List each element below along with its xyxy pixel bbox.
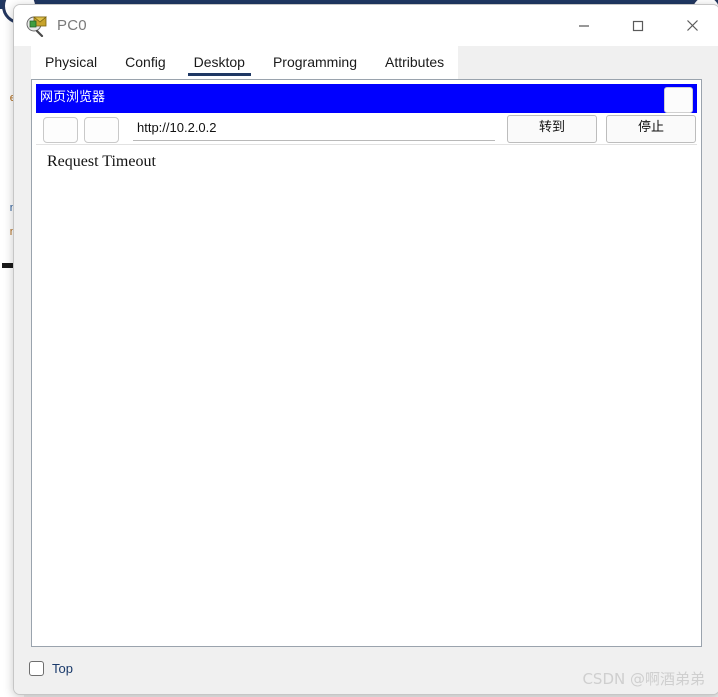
top-checkbox-group[interactable]: Top: [29, 661, 73, 676]
browser-titlebar: 网页浏览器: [36, 84, 697, 113]
device-tabs: Physical Config Desktop Programming Attribut…: [14, 46, 718, 79]
browser-forward-button[interactable]: [84, 117, 119, 143]
packet-tracer-pc-icon: [26, 15, 48, 37]
browser-toolbar: 转到 停止: [36, 113, 697, 144]
pc0-window: PC0 Physical Config Desktop Programming Attr: [13, 4, 718, 695]
desktop-tab-panel: 网页浏览器 转到 停止 Request Timeout: [31, 79, 702, 647]
minimize-icon: [579, 24, 589, 27]
web-browser-app: 网页浏览器 转到 停止 Request Timeout: [36, 84, 697, 643]
stop-button[interactable]: 停止: [606, 115, 696, 143]
tab-physical[interactable]: Physical: [31, 46, 112, 79]
top-checkbox[interactable]: [29, 661, 44, 676]
go-button[interactable]: 转到: [507, 115, 597, 143]
close-icon: [686, 20, 698, 31]
window-titlebar[interactable]: PC0: [14, 5, 718, 46]
url-input[interactable]: [133, 115, 495, 141]
tab-attributes[interactable]: Attributes: [371, 46, 459, 79]
page-message: Request Timeout: [47, 153, 156, 170]
maximize-button[interactable]: [611, 5, 665, 46]
tab-config[interactable]: Config: [111, 46, 180, 79]
close-button[interactable]: [665, 5, 718, 46]
browser-page-view: Request Timeout: [36, 144, 697, 643]
tab-programming[interactable]: Programming: [258, 46, 371, 79]
top-checkbox-label: Top: [52, 661, 73, 676]
browser-back-button[interactable]: [43, 117, 78, 143]
browser-close-button[interactable]: [664, 87, 693, 113]
maximize-icon: [632, 20, 644, 31]
minimize-button[interactable]: [557, 5, 611, 46]
window-title: PC0: [57, 17, 87, 34]
window-bottom-bar: Top CSDN @啊酒弟弟: [14, 655, 718, 694]
csdn-watermark: CSDN @啊酒弟弟: [582, 670, 705, 688]
tab-desktop[interactable]: Desktop: [179, 46, 259, 79]
browser-title: 网页浏览器: [40, 90, 106, 105]
window-controls: [557, 5, 718, 46]
